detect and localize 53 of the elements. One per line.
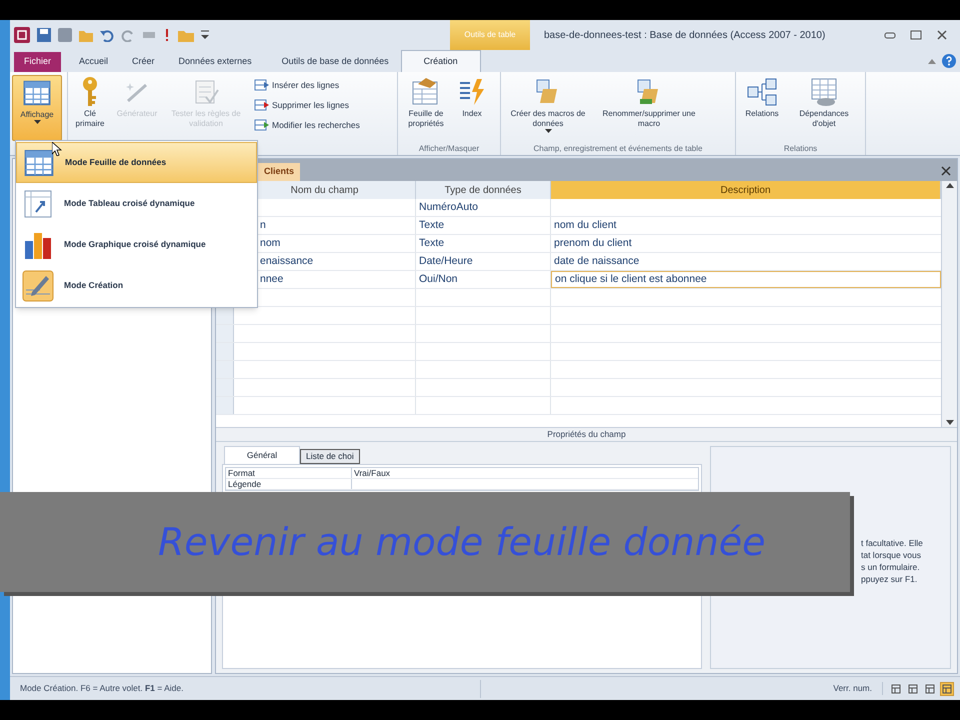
ribbon-button[interactable]: Créer des macros de données <box>503 75 593 141</box>
status-text: Mode Création. F6 = Autre volet. F1 = Aide. <box>19 682 184 695</box>
column-header[interactable]: Type de données <box>416 181 551 199</box>
property-tab[interactable]: Général <box>224 446 300 464</box>
table-cell-text: NuméroAuto <box>419 200 478 215</box>
property-label: Légende <box>227 479 262 489</box>
table-cell-text: enaissance <box>260 254 314 269</box>
ribbon-tab[interactable]: Outils de base de données <box>270 52 401 72</box>
help-text: t facultative. Elle <box>861 537 924 549</box>
ribbon-button[interactable]: Renommer/supprimer une macro <box>595 75 703 141</box>
ribbon-button[interactable]: Index <box>454 75 490 141</box>
ribbon-tab[interactable]: Accueil <box>67 52 120 72</box>
section-title: Propriétés du champ <box>216 427 957 441</box>
ribbon-tab[interactable]: Fichier <box>14 52 62 72</box>
table-cell-text: Texte <box>419 218 444 233</box>
ribbon-button[interactable]: Affichage <box>12 75 62 141</box>
help-text: ppuyez sur F1. <box>861 573 918 585</box>
ribbon-button[interactable]: Supprimer les lignes <box>254 95 350 115</box>
status-indicator: Verr. num. <box>833 682 883 695</box>
menu-item[interactable]: Mode Feuille de données <box>16 142 257 183</box>
description-input-field[interactable]: on clique si le client est abonnee <box>551 271 941 288</box>
property-label: Format <box>227 468 255 478</box>
ribbon-button[interactable]: Dépendances d'objet <box>788 75 860 141</box>
help-text: tat lorsque vous <box>861 549 922 561</box>
property-value: Vrai/Faux <box>353 468 390 478</box>
ribbon-tab[interactable]: Données externes <box>166 52 264 72</box>
ribbon-tab[interactable]: Créer <box>120 52 167 72</box>
table-cell-text: Oui/Non <box>419 272 458 287</box>
help-text: s un formulaire. <box>861 561 921 573</box>
menu-item[interactable]: Mode Création <box>16 265 257 306</box>
table-cell-text: nom du client <box>554 218 616 233</box>
window-title: base-de-donnees-test : Base de données (Access 2007 - 2010) <box>543 28 826 42</box>
group-label: Relations <box>782 143 818 155</box>
caption-text: Revenir au mode feuille donnée <box>158 518 766 566</box>
table-cell-text: nom <box>260 236 280 251</box>
property-tab[interactable]: Liste de choi <box>300 449 360 464</box>
ribbon-button[interactable]: Clé primaire <box>70 75 110 141</box>
ribbon-tab[interactable]: Création <box>400 50 481 72</box>
ribbon-button[interactable]: Relations <box>738 75 786 141</box>
table-cell-text: prenom du client <box>554 236 632 251</box>
table-cell-text: Date/Heure <box>419 254 473 269</box>
table-cell-text: Texte <box>419 236 444 251</box>
ribbon-button[interactable]: Feuille de propriétés <box>400 75 452 141</box>
menu-item[interactable]: Mode Graphique croisé dynamique <box>16 224 257 265</box>
table-cell-text: n <box>260 218 266 233</box>
group-label: Champ, enregistrement et événements de table <box>532 143 704 155</box>
contextual-tab-header: Outils de table <box>450 20 530 50</box>
group-label: Afficher/Masquer <box>418 143 480 155</box>
table-cell-text: nnee <box>260 272 284 287</box>
ribbon-button[interactable]: Modifier les recherches <box>254 115 360 135</box>
ribbon-button[interactable]: Insérer des lignes <box>254 75 340 95</box>
column-header[interactable]: Description <box>551 181 941 199</box>
table-cell-text: date de naissance <box>554 254 640 269</box>
